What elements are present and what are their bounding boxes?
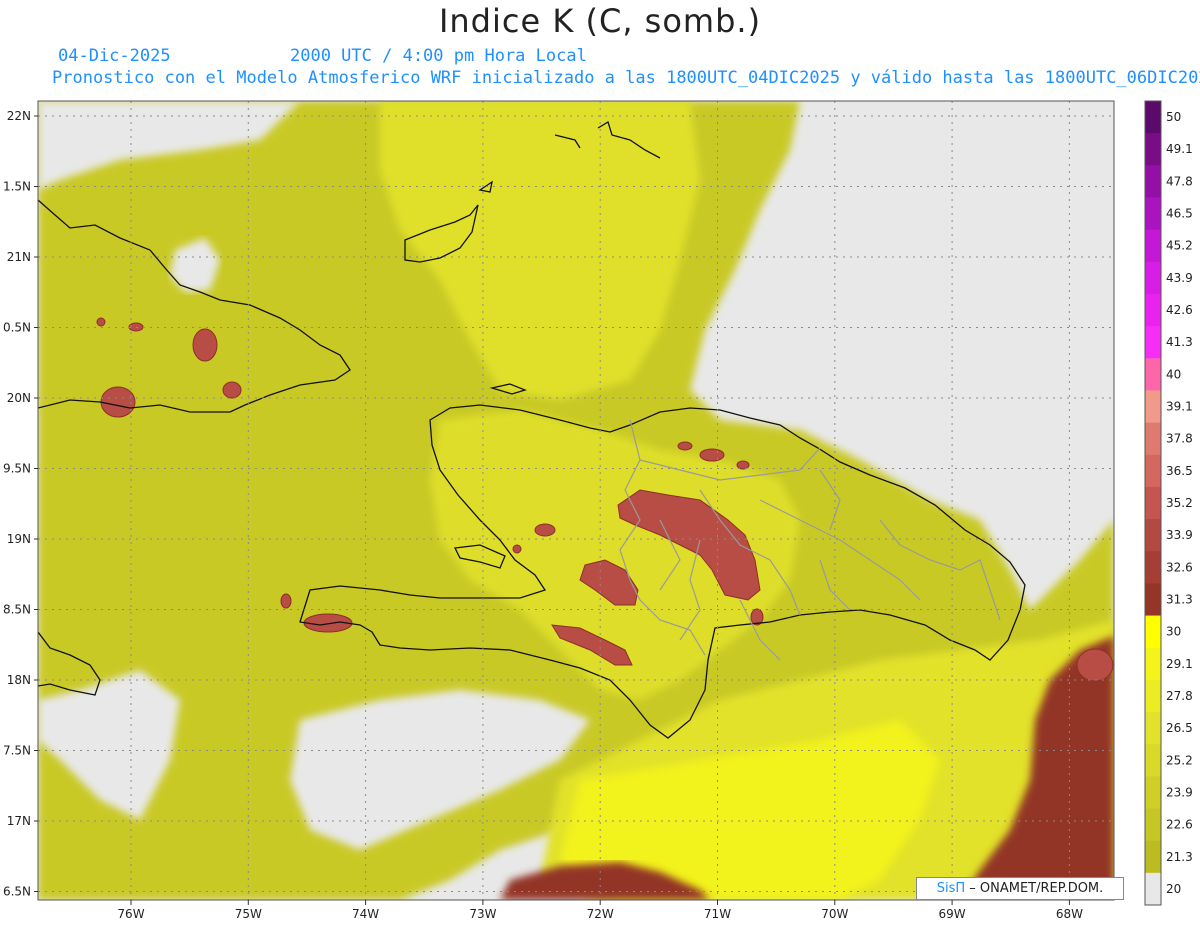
longitude-labels: 76W 75W 74W 73W 72W 71W 70W 69W 68W (117, 900, 1083, 921)
colorbar-swatch (1145, 808, 1161, 842)
colorbar-label: 49.1 (1166, 142, 1193, 156)
colorbar-swatch (1145, 712, 1161, 745)
colorbar-label: 23.9 (1166, 785, 1193, 799)
colorbar-label: 33.9 (1166, 528, 1193, 542)
colorbar-label: 42.6 (1166, 303, 1193, 317)
credit-brand: SisΠ (936, 881, 966, 896)
lat-label: 9.5N (3, 462, 31, 476)
lon-label: 70W (821, 907, 848, 921)
colorbar-label: 30 (1166, 625, 1181, 639)
colorbar-label: 36.5 (1166, 464, 1193, 478)
colorbar-label: 37.8 (1166, 432, 1193, 446)
lon-label: 69W (939, 907, 966, 921)
colorbar-swatch (1145, 197, 1161, 231)
colorbar-label: 47.8 (1166, 174, 1193, 188)
colorbar-label: 22.6 (1166, 818, 1193, 832)
colorbar-swatch (1145, 422, 1161, 456)
lon-label: 73W (469, 907, 496, 921)
colorbar-label: 43.9 (1166, 271, 1193, 285)
k-core (192, 328, 218, 362)
colorbar-swatch (1145, 583, 1161, 617)
lat-label: 17N (7, 814, 31, 828)
k-core (677, 441, 693, 451)
colorbar-swatch (1145, 229, 1161, 263)
lat-label: 7.5N (3, 744, 31, 758)
colorbar-label: 26.5 (1166, 721, 1193, 735)
colorbar-swatch (1145, 293, 1161, 327)
colorbar-label: 35.2 (1166, 496, 1193, 510)
latitude-labels: 22N 1.5N 21N 0.5N 20N 9.5N 19N 8.5N 18N 7.5N 17N 6.… (3, 109, 38, 899)
colorbar-label: 27.8 (1166, 689, 1193, 703)
credit-text: – ONAMET/REP.DOM. (969, 881, 1104, 896)
k-core (222, 381, 242, 399)
colorbar-swatch (1145, 326, 1161, 359)
colorbar-label: 40 (1166, 367, 1181, 381)
colorbar-swatch (1145, 101, 1161, 134)
colorbar-swatch (1145, 486, 1161, 520)
colorbar-swatch (1145, 872, 1161, 906)
colorbar-label: 25.2 (1166, 753, 1193, 767)
colorbar-label: 41.3 (1166, 335, 1193, 349)
colorbar-label: 45.2 (1166, 239, 1193, 253)
k-core (96, 317, 106, 327)
colorbar-label: 29.1 (1166, 657, 1193, 671)
colorbar-swatch (1145, 261, 1161, 295)
colorbar-swatch (1145, 551, 1161, 584)
colorbar-label: 20 (1166, 882, 1181, 896)
lat-label: 19N (7, 532, 31, 546)
colorbar-swatch (1145, 454, 1161, 488)
colorbar-label: 46.5 (1166, 207, 1193, 221)
colorbar-swatch (1145, 744, 1161, 777)
colorbar-swatch (1145, 840, 1161, 874)
colorbar-swatch (1145, 358, 1161, 391)
colorbar-label: 32.6 (1166, 560, 1193, 574)
colorbar-label: 21.3 (1166, 850, 1193, 864)
colorbar-label: 50 (1166, 110, 1181, 124)
colorbar-swatch (1145, 679, 1161, 713)
colorbar-swatch (1145, 133, 1161, 166)
colorbar-swatch (1145, 647, 1161, 681)
colorbar-swatch (1145, 615, 1161, 649)
k-core (100, 386, 136, 418)
lat-label: 8.5N (3, 603, 31, 617)
k-core (699, 448, 725, 462)
colorbar-swatch (1145, 776, 1161, 810)
k-core (534, 523, 556, 537)
colorbar-swatch (1145, 165, 1161, 198)
k-core (280, 593, 292, 609)
lat-label: 1.5N (3, 180, 31, 194)
lat-label: 21N (7, 250, 31, 264)
lon-label: 76W (117, 907, 144, 921)
lat-label: 6.5N (3, 885, 31, 899)
colorbar-swatch (1145, 519, 1161, 552)
colorbar-label: 31.3 (1166, 592, 1193, 606)
k-core (512, 544, 522, 554)
lon-label: 68W (1056, 907, 1083, 921)
k-core (1076, 648, 1114, 682)
colorbar-swatch (1145, 390, 1161, 424)
lat-label: 22N (7, 109, 31, 123)
lon-label: 71W (704, 907, 731, 921)
lat-label: 20N (7, 391, 31, 405)
lon-label: 74W (352, 907, 379, 921)
plot-area (38, 101, 1114, 900)
k-core (736, 460, 750, 470)
colorbar: 50 49.1 47.8 46.5 45.2 43.9 42.6 41.3 40 39.1 37.8… (1144, 100, 1193, 906)
colorbar-label: 39.1 (1166, 400, 1193, 414)
lat-label: 18N (7, 673, 31, 687)
lon-label: 72W (587, 907, 614, 921)
lat-label: 0.5N (3, 321, 31, 335)
lon-label: 75W (235, 907, 262, 921)
k-index-map: 22N 1.5N 21N 0.5N 20N 9.5N 19N 8.5N 18N 7.5N 17N 6.… (3, 100, 1193, 921)
credit-box: SisΠ – ONAMET/REP.DOM. (916, 877, 1124, 900)
